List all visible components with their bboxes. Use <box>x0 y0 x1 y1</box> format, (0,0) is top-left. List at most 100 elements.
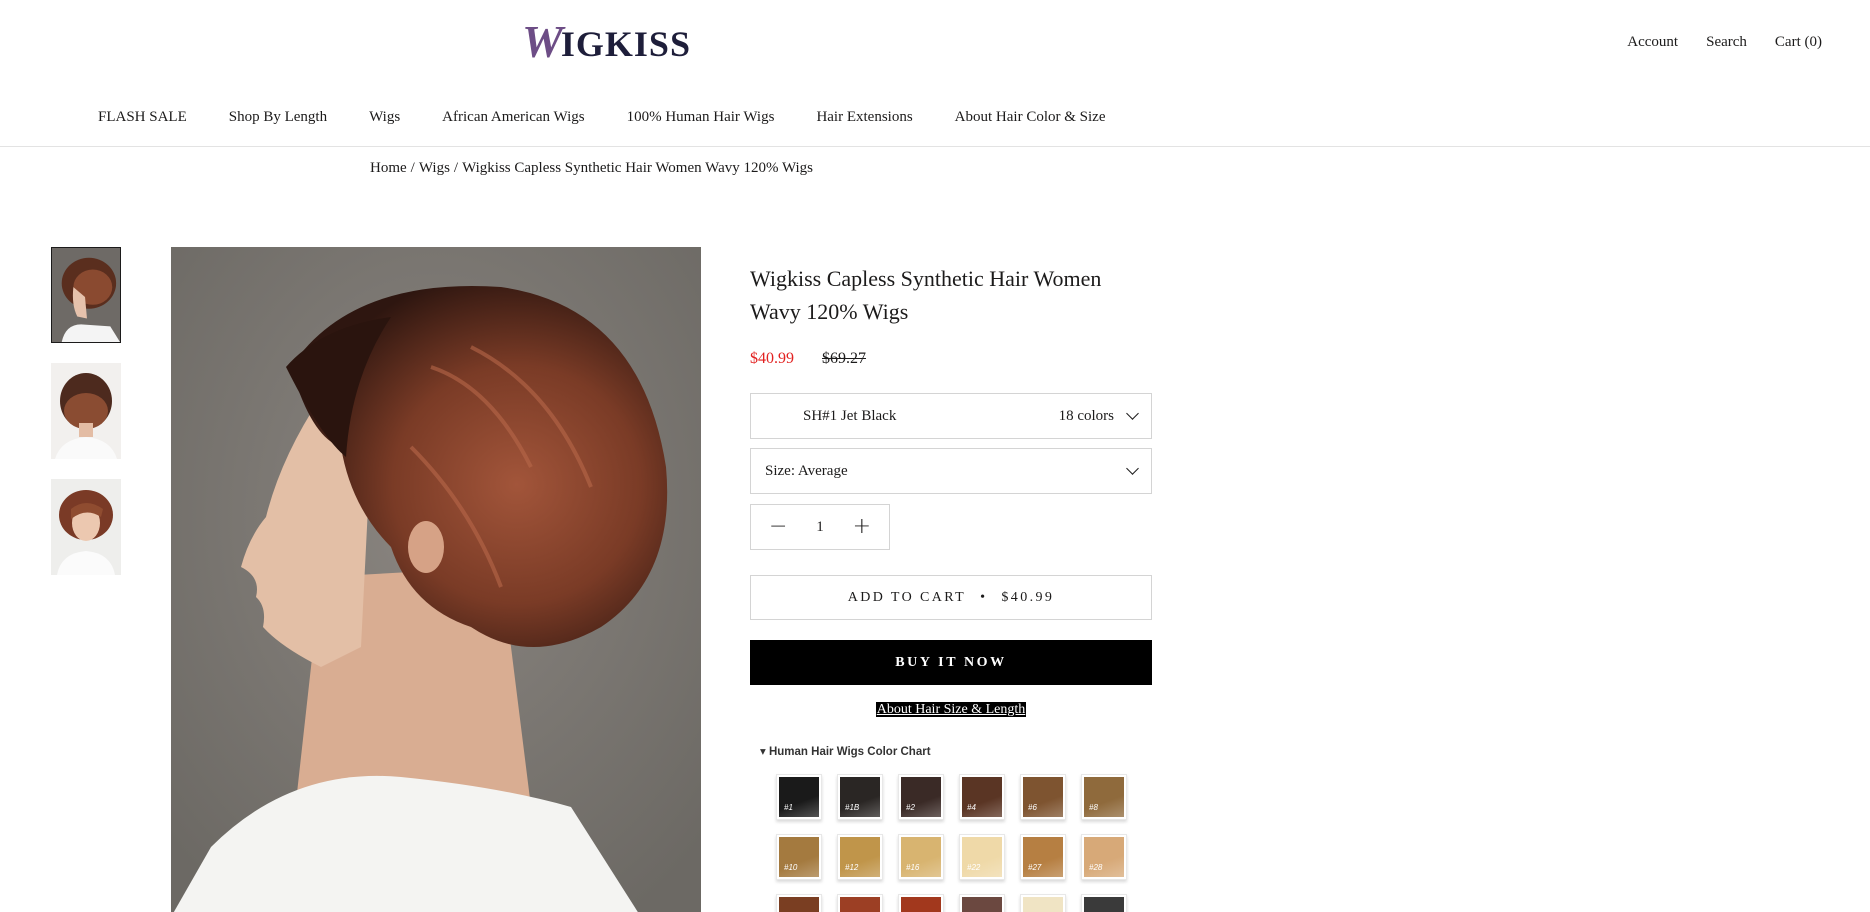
color-swatch[interactable] <box>959 894 1005 912</box>
swatch-color: #2 <box>901 777 941 817</box>
cart-link[interactable]: Cart (0) <box>1775 34 1822 51</box>
logo-text: IGKISS <box>560 24 691 64</box>
chevron-down-icon <box>1126 407 1139 420</box>
wigkiss-logo[interactable]: W IGKISS <box>522 18 691 66</box>
add-to-cart-separator: • <box>980 589 988 605</box>
breadcrumb-separator: / <box>453 160 459 176</box>
color-swatch[interactable]: #1 <box>776 774 822 820</box>
buy-it-now-button[interactable]: BUY IT NOW <box>750 640 1152 685</box>
color-swatch[interactable]: #28 <box>1081 834 1127 880</box>
swatch-label: #12 <box>845 863 859 872</box>
about-hair-size-link-row: About Hair Size & Length <box>750 702 1152 718</box>
color-swatch[interactable]: #10 <box>776 834 822 880</box>
thumbnail-back-view[interactable] <box>51 363 121 459</box>
main-nav: FLASH SALE Shop By Length Wigs African A… <box>98 109 1148 126</box>
color-chart: ▾ Human Hair Wigs Color Chart #1 #1B #2 #4 #… <box>750 744 1152 912</box>
color-swatch[interactable]: #12 <box>837 834 883 880</box>
chevron-down-icon <box>1126 462 1139 475</box>
swatch-color: #12 <box>840 837 880 877</box>
color-swatch[interactable]: #1B <box>837 774 883 820</box>
color-selector-value: SH#1 Jet Black <box>803 407 897 424</box>
swatch-color: #8 <box>1084 777 1124 817</box>
swatch-label: #10 <box>784 863 798 872</box>
color-swatch[interactable] <box>776 894 822 912</box>
swatch-color <box>840 897 880 912</box>
add-to-cart-price: $40.99 <box>1001 589 1055 605</box>
nav-wigs[interactable]: Wigs <box>369 109 400 126</box>
swatch-color: #1 <box>779 777 819 817</box>
nav-african-american-wigs[interactable]: African American Wigs <box>442 109 584 126</box>
price-row: $40.99 $69.27 <box>750 350 1152 368</box>
quantity-stepper: − 1 + <box>750 504 890 550</box>
swatch-color: #4 <box>962 777 1002 817</box>
main-product-image[interactable] <box>171 247 701 912</box>
sale-price: $40.99 <box>750 350 794 367</box>
color-swatch[interactable] <box>1081 894 1127 912</box>
header-links: Account Search Cart (0) <box>1627 34 1822 51</box>
swatch-color: #1B <box>840 777 880 817</box>
thumbnail-side-view[interactable] <box>51 247 121 343</box>
swatch-color <box>901 897 941 912</box>
account-link[interactable]: Account <box>1627 34 1678 51</box>
color-selector[interactable]: SH#1 Jet Black 18 colors <box>750 393 1152 439</box>
nav-flash-sale[interactable]: FLASH SALE <box>98 109 187 126</box>
swatch-color: #28 <box>1084 837 1124 877</box>
product-title: Wigkiss Capless Synthetic Hair Women Wav… <box>750 262 1152 328</box>
size-selector-value: Size: Average <box>765 462 848 479</box>
product-info: Wigkiss Capless Synthetic Hair Women Wav… <box>750 262 1152 912</box>
color-swatch[interactable]: #6 <box>1020 774 1066 820</box>
swatch-color: #16 <box>901 837 941 877</box>
nav-about-hair-color-size[interactable]: About Hair Color & Size <box>955 109 1106 126</box>
color-count: 18 colors <box>1058 407 1114 424</box>
nav-shop-by-length[interactable]: Shop By Length <box>229 109 327 126</box>
swatch-grid: #1 #1B #2 #4 #6 #8 #10 #12 #16 #22 #27 #28 <box>776 774 1152 912</box>
swatch-label: #16 <box>906 863 920 872</box>
swatch-label: #27 <box>1028 863 1042 872</box>
swatch-label: #8 <box>1089 803 1098 812</box>
buy-it-now-label: BUY IT NOW <box>895 654 1007 670</box>
nav-divider <box>0 146 1870 147</box>
swatch-label: #4 <box>967 803 976 812</box>
color-swatch[interactable]: #8 <box>1081 774 1127 820</box>
color-chart-toggle[interactable]: ▾ Human Hair Wigs Color Chart <box>750 744 1152 762</box>
color-swatch[interactable] <box>1020 894 1066 912</box>
color-swatch[interactable] <box>837 894 883 912</box>
plus-icon[interactable]: + <box>853 516 871 538</box>
color-swatch[interactable]: #22 <box>959 834 1005 880</box>
swatch-label: #6 <box>1028 803 1037 812</box>
nav-human-hair-wigs[interactable]: 100% Human Hair Wigs <box>627 109 775 126</box>
color-swatch[interactable]: #4 <box>959 774 1005 820</box>
original-price: $69.27 <box>822 350 866 367</box>
swatch-label: #28 <box>1089 863 1103 872</box>
minus-icon[interactable]: − <box>769 516 787 538</box>
swatch-color: #22 <box>962 837 1002 877</box>
breadcrumb-wigs[interactable]: Wigs <box>419 160 450 176</box>
swatch-label: #1 <box>784 803 793 812</box>
color-swatch[interactable] <box>898 894 944 912</box>
search-link[interactable]: Search <box>1706 34 1747 51</box>
swatch-color <box>962 897 1002 912</box>
size-selector[interactable]: Size: Average <box>750 448 1152 494</box>
swatch-label: #1B <box>845 803 860 812</box>
breadcrumb-separator: / <box>410 160 415 176</box>
nav-hair-extensions[interactable]: Hair Extensions <box>816 109 912 126</box>
logo-initial: W <box>522 16 563 67</box>
thumbnail-list <box>51 247 121 595</box>
swatch-color <box>779 897 819 912</box>
swatch-label: #2 <box>906 803 915 812</box>
color-swatch[interactable]: #16 <box>898 834 944 880</box>
swatch-color: #6 <box>1023 777 1063 817</box>
color-swatch[interactable]: #27 <box>1020 834 1066 880</box>
add-to-cart-button[interactable]: ADD TO CART • $40.99 <box>750 575 1152 620</box>
about-hair-size-link[interactable]: About Hair Size & Length <box>875 702 1027 717</box>
product-title-line1: Wigkiss Capless Synthetic Hair Women <box>750 266 1102 291</box>
color-swatch[interactable]: #2 <box>898 774 944 820</box>
swatch-label: #22 <box>967 863 981 872</box>
breadcrumb-current: Wigkiss Capless Synthetic Hair Women Wav… <box>462 160 814 176</box>
product-title-line2: Wavy 120% Wigs <box>750 299 909 324</box>
breadcrumb-home[interactable]: Home <box>370 160 407 176</box>
thumbnail-front-view[interactable] <box>51 479 121 575</box>
swatch-color: #10 <box>779 837 819 877</box>
quantity-value[interactable]: 1 <box>816 519 824 536</box>
swatch-color <box>1023 897 1063 912</box>
